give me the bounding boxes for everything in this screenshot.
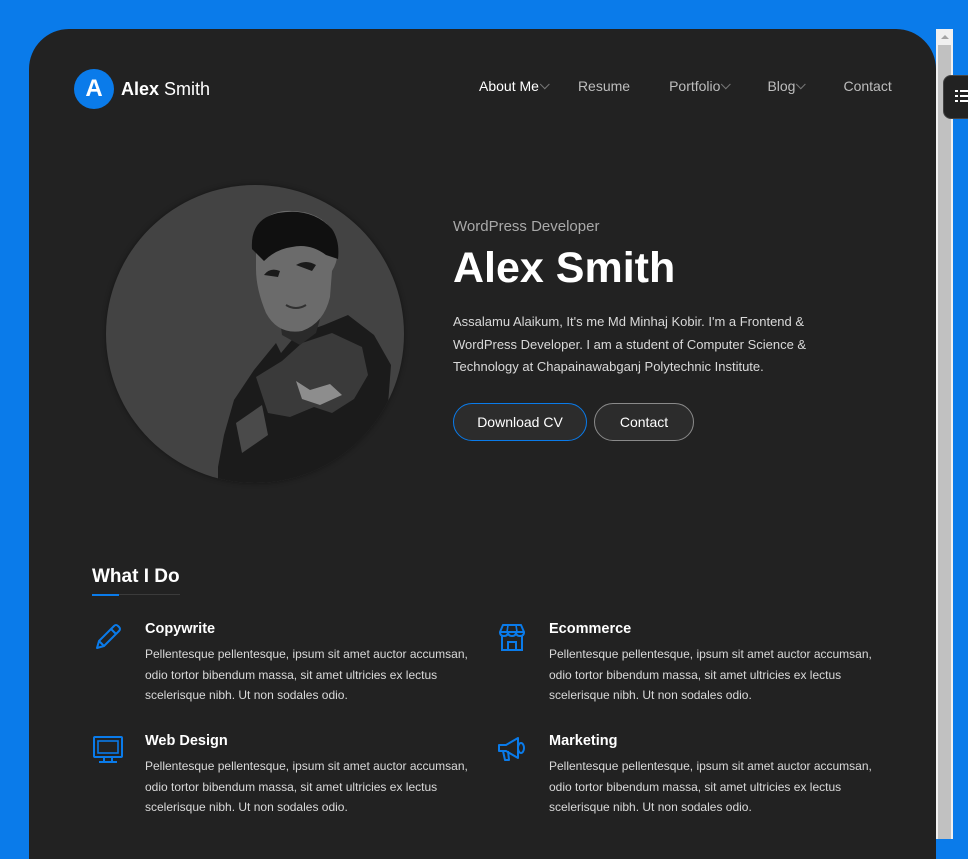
service-title: Copywrite [145, 621, 216, 637]
service-text: Pellentesque pellentesque, ipsum sit ame… [145, 759, 468, 814]
nav-item-label: Portfolio [669, 78, 721, 94]
nav-item-contact[interactable]: Contact [843, 78, 891, 94]
store-icon [499, 624, 525, 651]
megaphone-icon [498, 737, 525, 761]
nav-item-label: Resume [577, 78, 631, 94]
scroll-up-arrow-icon[interactable] [936, 29, 953, 45]
monitor-icon [93, 736, 123, 763]
chevron-down-icon [539, 78, 550, 89]
section-title: What I Do [92, 566, 180, 587]
nav-item-label: About Me [479, 78, 539, 94]
page-card: A Alex Smith About Me Resume Portfolio B… [29, 29, 936, 859]
nav-item-label: Blog [767, 78, 796, 94]
service-text: Pellentesque pellentesque, ipsum sit ame… [549, 759, 872, 814]
contact-button[interactable]: Contact [594, 403, 694, 441]
hero-subtitle: WordPress Developer [453, 218, 600, 235]
profile-photo [106, 185, 404, 483]
title-accent [92, 594, 119, 596]
scrollbar-thumb[interactable] [938, 45, 951, 839]
chevron-down-icon [721, 78, 732, 89]
service-text: Pellentesque pellentesque, ipsum sit ame… [145, 647, 468, 702]
side-panel-toggle[interactable] [943, 75, 968, 119]
nav-item-portfolio[interactable]: Portfolio [669, 78, 732, 94]
chevron-down-icon [796, 78, 807, 89]
hero-name: Alex Smith [453, 244, 676, 292]
service-title: Marketing [549, 733, 618, 749]
logo-text: Alex Smith [121, 79, 210, 100]
hero-bio: Assalamu Alaikum, It's me Md Minhaj Kobi… [453, 314, 807, 374]
nav-item-about[interactable]: About Me [479, 78, 550, 94]
service-text: Pellentesque pellentesque, ipsum sit ame… [549, 647, 872, 702]
nav-item-label: Contact [843, 78, 892, 94]
main-nav: About Me Resume Portfolio Blog Contact [479, 78, 892, 94]
pencil-icon [96, 624, 121, 649]
logo-last-name: Smith [159, 78, 211, 99]
nav-item-blog[interactable]: Blog [767, 78, 807, 94]
service-title: Ecommerce [549, 621, 632, 637]
logo-badge: A [74, 69, 114, 109]
vertical-scrollbar[interactable] [936, 29, 953, 839]
logo-first-name: Alex [121, 78, 160, 99]
person-silhouette-icon [218, 210, 391, 483]
nav-item-resume[interactable]: Resume [578, 78, 630, 94]
service-title: Web Design [145, 733, 228, 749]
site-logo[interactable]: A Alex Smith [74, 69, 210, 109]
download-cv-button[interactable]: Download CV [453, 403, 587, 441]
list-icon [955, 90, 968, 102]
